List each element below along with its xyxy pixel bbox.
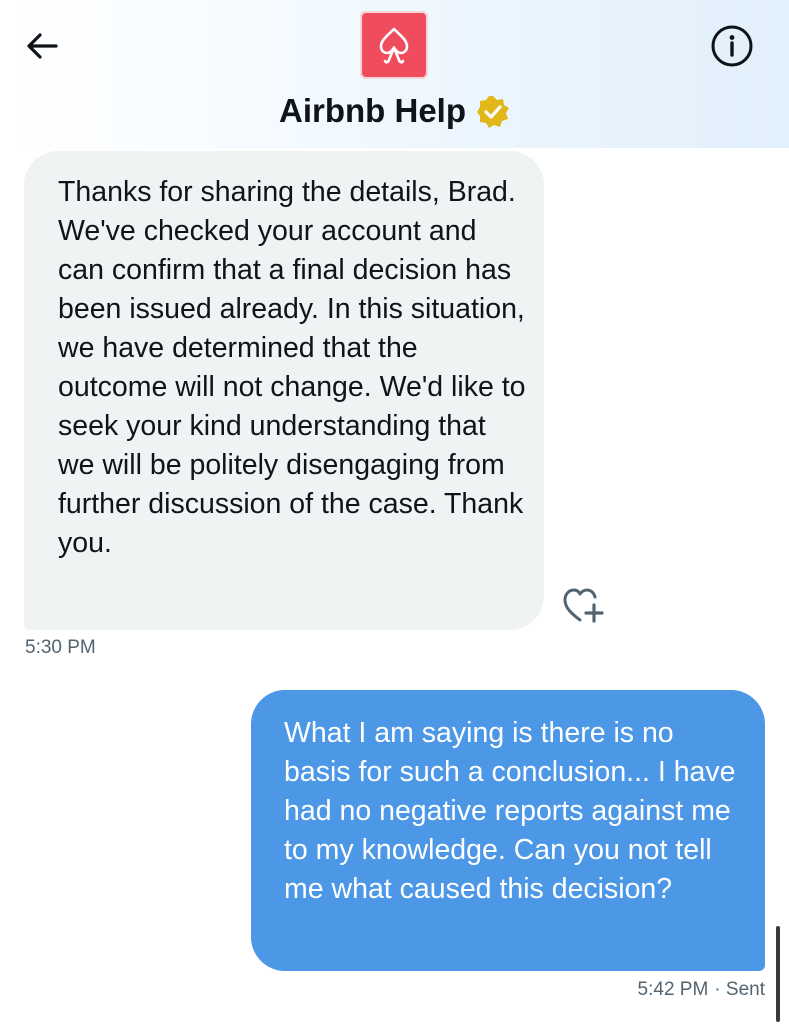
back-button[interactable] — [22, 26, 62, 66]
message-timestamp: 5:42 PM — [637, 979, 709, 1000]
message-text: What I am saying is there is no basis fo… — [284, 717, 736, 905]
avatar[interactable] — [360, 11, 428, 79]
scrollbar[interactable] — [776, 926, 780, 1022]
message-meta: 5:42 PM · Sent — [638, 979, 765, 1001]
page-title: Airbnb Help — [279, 92, 466, 129]
message-status: · Sent — [714, 979, 765, 1000]
outgoing-message-bubble[interactable]: What I am saying is there is no basis fo… — [251, 690, 765, 971]
add-reaction-button[interactable] — [560, 583, 608, 627]
message-timestamp: 5:30 PM — [25, 637, 96, 658]
incoming-message-bubble[interactable]: Thanks for sharing the details, Brad. We… — [24, 151, 544, 630]
verified-badge-icon — [477, 96, 509, 128]
info-button[interactable] — [708, 22, 756, 70]
heart-plus-icon — [563, 588, 604, 623]
conversation-header: Airbnb Help — [0, 0, 789, 148]
arrow-left-icon — [27, 33, 58, 59]
airbnb-logo-icon — [379, 27, 409, 64]
title-row: Airbnb Help — [0, 84, 789, 138]
message-text: Thanks for sharing the details, Brad. We… — [58, 176, 526, 559]
info-icon — [711, 25, 753, 67]
